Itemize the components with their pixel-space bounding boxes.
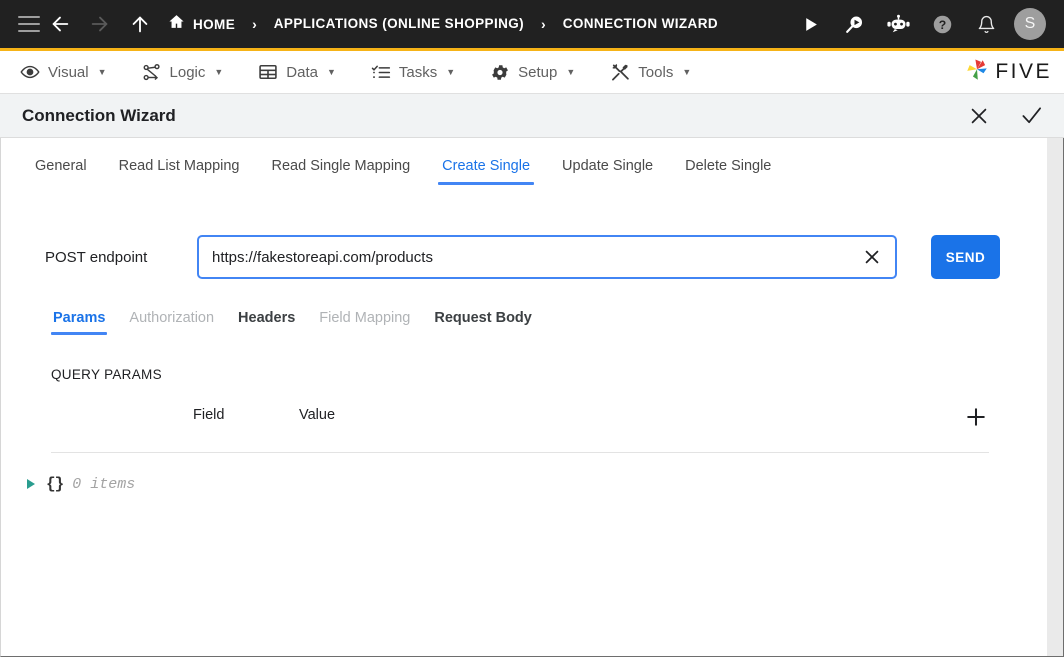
avatar-initial: S [1024, 15, 1036, 32]
tab-delete-single[interactable]: Delete Single [669, 158, 787, 185]
json-preview: {} 0 items [1, 475, 1047, 493]
connection-wizard-panel: Connection Wizard General Read List Mapp… [0, 94, 1064, 657]
query-params-table: Field Value [1, 404, 1047, 453]
breadcrumb-connection-wizard[interactable]: CONNECTION WIZARD [563, 15, 718, 33]
wizard-tab-strip: General Read List Mapping Read Single Ma… [1, 138, 1047, 185]
json-braces: {} [46, 475, 64, 493]
five-brand-text: FIVE [995, 60, 1052, 83]
tab-update-single[interactable]: Update Single [546, 158, 669, 185]
logic-flow-icon [142, 62, 162, 82]
subtab-authorization[interactable]: Authorization [117, 310, 226, 335]
post-endpoint-row: POST endpoint SEND [1, 235, 1047, 279]
wizard-scroll-content: General Read List Mapping Read Single Ma… [1, 138, 1047, 656]
page-title: Connection Wizard [22, 105, 176, 125]
up-button[interactable] [120, 0, 160, 48]
chevron-down-icon: ▼ [214, 67, 224, 77]
top-navigation-bar: HOME › APPLICATIONS (ONLINE SHOPPING) › … [0, 0, 1064, 48]
subtab-field-mapping[interactable]: Field Mapping [307, 310, 422, 335]
wizard-title-bar: Connection Wizard [0, 94, 1064, 138]
tab-read-list-mapping[interactable]: Read List Mapping [103, 158, 256, 185]
breadcrumb-separator-2: › [541, 16, 546, 32]
menu-setup[interactable]: Setup ▼ [486, 51, 592, 93]
svg-text:?: ? [938, 17, 945, 31]
clear-x-icon[interactable] [859, 244, 885, 270]
eye-icon [20, 62, 40, 82]
column-header-field: Field [193, 407, 225, 423]
menu-tasks-label: Tasks [398, 63, 438, 81]
subtab-params[interactable]: Params [41, 310, 117, 335]
json-item-count: 0 items [72, 475, 136, 493]
tab-read-single-mapping[interactable]: Read Single Mapping [256, 158, 427, 185]
post-endpoint-input[interactable] [199, 237, 895, 277]
chevron-down-icon: ▼ [326, 67, 336, 77]
vertical-scrollbar[interactable] [1047, 138, 1063, 656]
breadcrumb-home-label: HOME [193, 16, 236, 32]
send-button[interactable]: SEND [931, 235, 1000, 279]
checklist-icon [371, 62, 391, 82]
menu-tools[interactable]: Tools ▼ [606, 51, 708, 93]
chevron-down-icon: ▼ [566, 67, 576, 77]
application-menu-bar: Visual ▼ Logic ▼ Data ▼ Tasks ▼ Setup ▼ … [0, 51, 1064, 94]
subtab-headers[interactable]: Headers [226, 310, 307, 335]
chevron-down-icon: ▼ [682, 67, 692, 77]
five-pinwheel-icon [964, 57, 990, 88]
user-avatar[interactable]: S [1014, 8, 1046, 40]
plus-icon[interactable] [963, 404, 989, 430]
menu-tasks[interactable]: Tasks ▼ [367, 51, 472, 93]
menu-data-label: Data [286, 63, 318, 81]
help-icon[interactable]: ? [920, 0, 964, 48]
notifications-bell-icon[interactable] [964, 0, 1008, 48]
tools-icon [610, 62, 630, 82]
close-x-icon[interactable] [966, 103, 992, 129]
chevron-down-icon: ▼ [97, 67, 107, 77]
post-endpoint-field[interactable] [197, 235, 897, 279]
robot-assistant-icon[interactable] [876, 0, 920, 48]
breadcrumb-separator-1: › [252, 16, 257, 32]
menu-logic-label: Logic [169, 63, 206, 81]
five-brand-logo[interactable]: FIVE [964, 57, 1052, 88]
subtab-request-body[interactable]: Request Body [422, 310, 544, 335]
breadcrumb-applications[interactable]: APPLICATIONS (ONLINE SHOPPING) [274, 15, 524, 33]
table-grid-icon [258, 62, 278, 82]
wizard-title-actions [966, 103, 1044, 129]
check-mark-icon[interactable] [1018, 103, 1044, 129]
menu-visual[interactable]: Visual ▼ [16, 51, 124, 93]
run-icon[interactable] [788, 0, 832, 48]
wizard-content-area: General Read List Mapping Read Single Ma… [0, 138, 1064, 657]
menu-data[interactable]: Data ▼ [254, 51, 353, 93]
query-params-section-title: QUERY PARAMS [51, 367, 162, 382]
menu-visual-label: Visual [48, 63, 89, 81]
tab-general[interactable]: General [19, 158, 103, 185]
menu-setup-label: Setup [518, 63, 558, 81]
home-icon [168, 13, 185, 35]
search-run-icon[interactable] [832, 0, 876, 48]
breadcrumb-applications-label: APPLICATIONS (ONLINE SHOPPING) [273, 16, 525, 31]
triangle-right-icon[interactable] [25, 477, 37, 491]
gear-icon [490, 62, 510, 82]
query-params-header-row: Field Value [51, 404, 989, 453]
request-sub-tab-strip: Params Authorization Headers Field Mappi… [1, 301, 1047, 335]
menu-tools-label: Tools [638, 63, 674, 81]
chevron-down-icon: ▼ [446, 67, 456, 77]
forward-button[interactable] [80, 0, 120, 48]
tab-create-single[interactable]: Create Single [426, 158, 546, 185]
menu-logic[interactable]: Logic ▼ [138, 51, 241, 93]
back-button[interactable] [40, 0, 80, 48]
breadcrumb-connection-wizard-label: CONNECTION WIZARD [562, 16, 719, 31]
hamburger-menu-icon[interactable] [18, 16, 40, 32]
post-endpoint-label: POST endpoint [45, 248, 148, 266]
top-bar-actions: ? S [788, 0, 1050, 48]
breadcrumb-home[interactable]: HOME [168, 13, 235, 35]
column-header-value: Value [299, 407, 336, 423]
